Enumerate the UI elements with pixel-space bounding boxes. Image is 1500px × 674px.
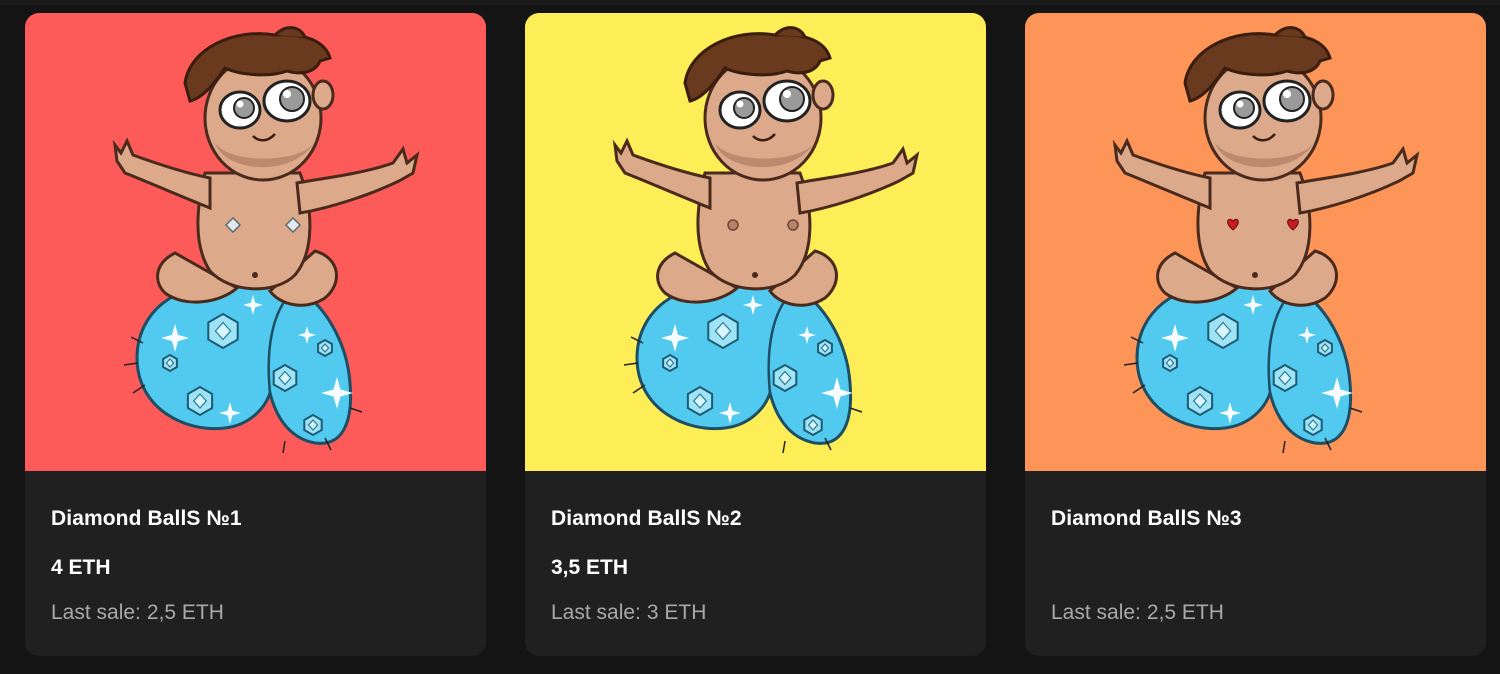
last-sale: Last sale: 2,5 ETH	[1051, 601, 1224, 625]
nft-image[interactable]	[1025, 13, 1486, 471]
top-divider	[0, 0, 1500, 5]
last-sale-label: Last sale:	[1051, 601, 1141, 624]
nft-card-3[interactable]: Diamond BallS №3 Last sale: 2,5 ETH	[1025, 13, 1486, 656]
last-sale-value: 2,5 ETH	[146, 601, 224, 624]
nft-info: Diamond BallS №1 4 ETH Last sale: 2,5 ETH	[25, 471, 486, 656]
nft-card-2[interactable]: Diamond BallS №2 3,5 ETH Last sale: 3 ETH	[525, 13, 986, 656]
nft-name: Diamond BallS №1	[51, 507, 242, 530]
last-sale-label: Last sale:	[551, 601, 641, 624]
nft-price: 4 ETH	[51, 556, 111, 579]
last-sale-value: 3 ETH	[646, 601, 707, 624]
last-sale-value: 2,5 ETH	[1146, 601, 1224, 624]
nft-price: 3,5 ETH	[551, 556, 629, 579]
nft-grid: Diamond BallS №1 4 ETH Last sale: 2,5 ETH	[25, 13, 1486, 656]
nft-name: Diamond BallS №2	[551, 507, 742, 530]
nft-card-1[interactable]: Diamond BallS №1 4 ETH Last sale: 2,5 ETH	[25, 13, 486, 656]
nft-info: Diamond BallS №2 3,5 ETH Last sale: 3 ETH	[525, 471, 986, 656]
last-sale-label: Last sale:	[51, 601, 141, 624]
nft-name: Diamond BallS №3	[1051, 507, 1242, 530]
last-sale: Last sale: 2,5 ETH	[51, 601, 224, 625]
nft-info: Diamond BallS №3 Last sale: 2,5 ETH	[1025, 471, 1486, 656]
last-sale: Last sale: 3 ETH	[551, 601, 706, 625]
nft-image[interactable]	[25, 13, 486, 471]
nft-image[interactable]	[525, 13, 986, 471]
